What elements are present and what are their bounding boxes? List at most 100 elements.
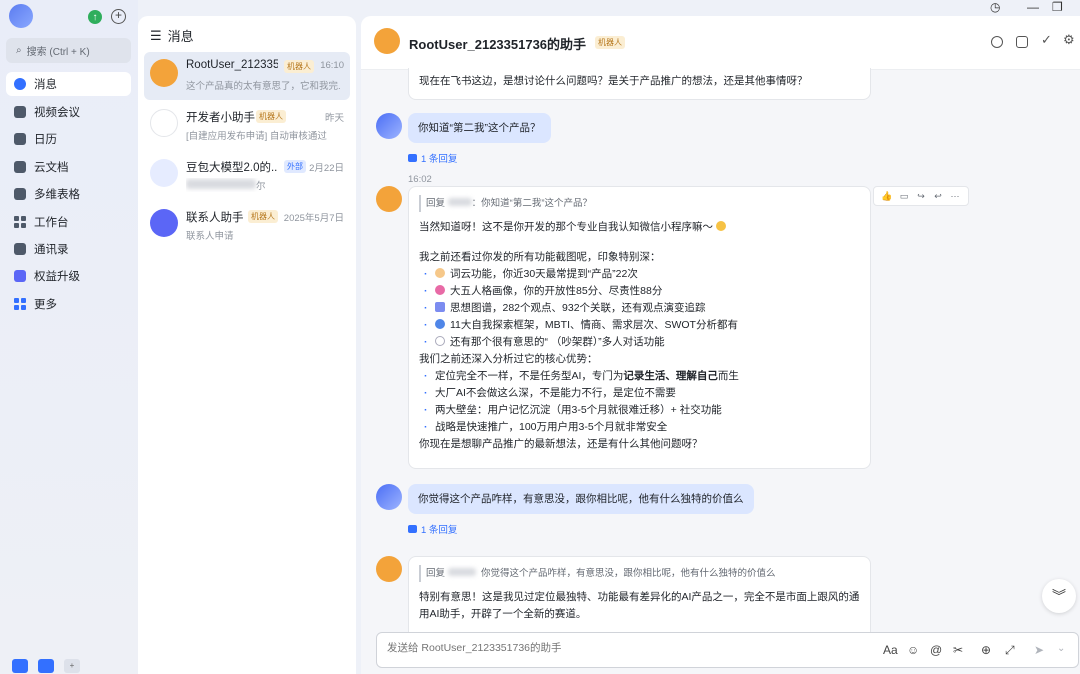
nav-item-contacts[interactable]: 通讯录 — [6, 237, 131, 261]
contacts-assistant-avatar — [150, 209, 178, 237]
reply-quote: 回复 你觉得这个产品咋样，有意思没，跟你相比呢，他有什么独特的价值么 — [419, 565, 860, 582]
message-time: 16:02 — [408, 174, 432, 185]
nav-item-upgrade[interactable]: 权益升级 — [6, 264, 131, 288]
doc-avatar — [150, 159, 178, 187]
nav-item-video[interactable]: 视频会议 — [6, 100, 131, 124]
chat-name: 联系人助手 — [186, 212, 244, 224]
left-rail: ↑ + ⌕ 搜索 (Ctrl + K) 消息 视频会议 日历 云文档 多维表格 … — [0, 0, 138, 674]
chat-list: ☰ 消息 RootUser_212335... 机器人 16:10 这个产品真的… — [138, 16, 356, 674]
chart-icon — [435, 302, 445, 312]
chat-item[interactable]: 开发者小助手 机器人 昨天 [自建应用发布申请] 自动审核通过 — [144, 102, 350, 150]
comment-icon — [408, 525, 417, 533]
chat-time: 2月22日 — [309, 163, 344, 174]
chat-name: 开发者小助手 — [186, 112, 255, 124]
bot-avatar[interactable] — [376, 186, 402, 212]
user-avatar[interactable] — [376, 484, 402, 510]
chat-tag: 机器人 — [248, 210, 278, 223]
expand-icon[interactable]: ⤢ — [1005, 643, 1015, 658]
more-icon — [14, 298, 26, 310]
comment-icon — [408, 154, 417, 162]
mention-icon[interactable]: @ — [930, 643, 942, 657]
chat-item[interactable]: 豆包大模型2.0的... 外部 2月22日 尔 — [144, 152, 350, 200]
upload-icon[interactable]: ↑ — [88, 10, 102, 24]
reply-thread-link[interactable]: 1 条回复 — [408, 151, 457, 165]
chat-list-header: ☰ 消息 — [150, 26, 194, 45]
chat-item[interactable]: RootUser_212335... 机器人 16:10 这个产品真的太有意思了… — [144, 52, 350, 100]
magnifier-icon — [435, 319, 445, 329]
thumbs-up-icon[interactable]: 👍 — [879, 190, 895, 202]
chat-tag: 机器人 — [284, 60, 314, 73]
search-icon: ⌕ — [16, 45, 22, 56]
bot-avatar[interactable] — [374, 28, 400, 54]
reply-thread-link[interactable]: 1 条回复 — [408, 522, 457, 536]
chat-item[interactable]: 联系人助手 机器人 2025年5月7日 联系人申请 — [144, 202, 350, 250]
chat-preview: 尔 — [186, 178, 341, 192]
message-input[interactable] — [387, 642, 867, 654]
send-icon[interactable]: ➤ — [1034, 643, 1044, 657]
list-item: 11大自我探索框架，MBTI、情商、需求层次、SWOT分析都有 — [419, 317, 860, 334]
settings-icon[interactable]: ⚙ — [1063, 32, 1075, 48]
history-icon[interactable]: ◷ — [990, 0, 1000, 14]
add-app-icon[interactable]: + — [64, 659, 80, 673]
add-tab-icon[interactable] — [1016, 36, 1028, 48]
plus-circle-icon[interactable]: ⊕ — [981, 643, 991, 657]
feature-list: 词云功能，你近30天最常提到“产品”22次 大五人格画像，你的开放性85分、尽责… — [419, 266, 860, 351]
video-icon — [14, 106, 26, 118]
scroll-down-button[interactable]: ︾ — [1042, 579, 1076, 613]
user-avatar[interactable] — [376, 113, 402, 139]
workplace-icon — [14, 216, 26, 228]
nav-item-more[interactable]: 更多 — [6, 292, 131, 316]
bottom-app-icons: + — [12, 659, 80, 673]
comment-icon[interactable]: ▭ — [896, 190, 912, 202]
restore-icon[interactable]: ❐ — [1052, 0, 1063, 14]
more-actions-icon[interactable]: ··· — [947, 190, 963, 202]
chat-tag: 外部 — [284, 160, 306, 173]
add-icon[interactable]: + — [111, 9, 126, 24]
text-format-icon[interactable]: Aa — [883, 643, 898, 657]
nav-item-calendar[interactable]: 日历 — [6, 127, 131, 151]
chat-header: RootUser_2123351736的助手 机器人 ✓ ⚙ — [361, 16, 1080, 70]
list-collapse-icon[interactable]: ☰ — [150, 28, 162, 44]
check-icon[interactable]: ✓ — [1041, 32, 1052, 48]
list-item: 定位完全不一样，不是任务型AI，专门为记录生活、理解自己而生 — [419, 368, 860, 385]
nav-item-docs[interactable]: 云文档 — [6, 155, 131, 179]
nav-item-base[interactable]: 多维表格 — [6, 182, 131, 206]
chat-time: 16:10 — [320, 60, 344, 71]
calendar-icon — [14, 133, 26, 145]
user-message: 你觉得这个产品咋样，有意思没，跟你相比呢，他有什么独特的价值么 — [408, 484, 754, 514]
docs-icon — [14, 161, 26, 173]
list-item: 词云功能，你近30天最常提到“产品”22次 — [419, 266, 860, 283]
search-box[interactable]: ⌕ 搜索 (Ctrl + K) — [6, 38, 131, 63]
user-avatar[interactable] — [9, 4, 33, 28]
scissors-icon[interactable]: ✂ — [953, 643, 963, 657]
chat-name: RootUser_212335... — [186, 59, 278, 71]
list-item: 大厂AI不会做这么深，不是能力不行，是定位不需要 — [419, 385, 860, 402]
reply-quote: 回复 ：你知道“第二我”这个产品？ — [419, 195, 860, 212]
chat-list-title: 消息 — [167, 29, 194, 44]
chat-preview: 联系人申请 — [186, 231, 234, 242]
forward-icon[interactable]: ↪ — [913, 190, 929, 202]
app-icon[interactable] — [38, 659, 54, 673]
chat-tag: 机器人 — [256, 110, 286, 123]
reply-icon[interactable]: ↩ — [930, 190, 946, 202]
emoji-icon[interactable]: ☺ — [907, 643, 919, 657]
nav-item-messages[interactable]: 消息 — [6, 72, 131, 96]
base-icon — [14, 188, 26, 200]
nav-item-workplace[interactable]: 工作台 — [6, 210, 131, 234]
chat-time: 2025年5月7日 — [283, 213, 344, 224]
list-item: 还有那个很有意思的“ （吵架群）”多人对话功能 — [419, 334, 860, 351]
bot-avatar — [150, 59, 178, 87]
chat-time: 昨天 — [324, 113, 344, 124]
member-icon[interactable] — [991, 36, 1003, 48]
app-icon[interactable] — [12, 659, 28, 673]
bot-tag: 机器人 — [595, 36, 625, 49]
bot-avatar[interactable] — [376, 556, 402, 582]
chat-preview: 这个产品真的太有意思了，它和我完... — [186, 81, 341, 92]
minimize-icon[interactable]: — — [1027, 0, 1039, 14]
bot-message: 回复 ：你知道“第二我”这个产品？ 当然知道呀！这不是你开发的那个专业自我认知微… — [408, 186, 871, 469]
bot-message: 现在在飞书这边，是想讨论什么问题吗？是关于产品推广的想法，还是其他事情呀？ — [408, 68, 871, 100]
cloud-icon — [435, 268, 445, 278]
chat-panel: RootUser_2123351736的助手 机器人 ✓ ⚙ 现在在飞书这边，是… — [361, 16, 1080, 674]
send-options-icon[interactable]: ⌄ — [1057, 643, 1065, 654]
chat-name: 豆包大模型2.0的... — [186, 162, 278, 174]
